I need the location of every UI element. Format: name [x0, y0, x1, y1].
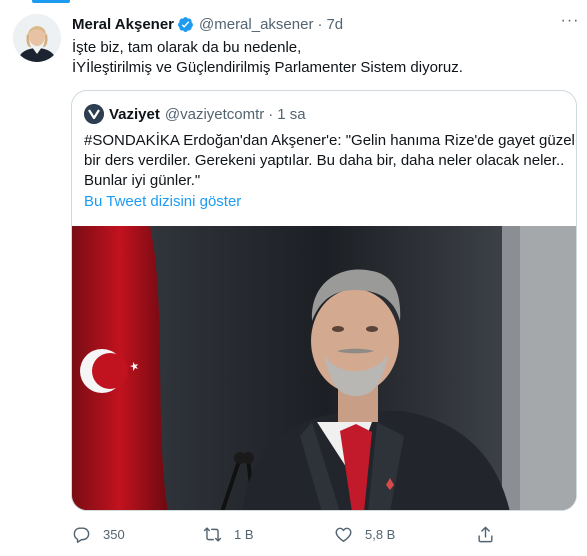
- tab-indicator: [32, 0, 70, 3]
- quoted-timestamp: 1 sa: [277, 105, 306, 123]
- quoted-tweet-photo[interactable]: [72, 226, 576, 510]
- more-icon[interactable]: ···: [559, 13, 581, 29]
- tweet-actions: 350 1 B 5,8 B: [72, 520, 572, 550]
- quoted-author-handle: @vaziyetcomtr: [164, 105, 265, 123]
- quoted-author-name: Vaziyet: [109, 105, 160, 123]
- retweet-count: 1 B: [234, 526, 254, 542]
- share-button[interactable]: [476, 520, 507, 548]
- reply-count: 350: [103, 526, 125, 542]
- separator-dot: ·: [317, 15, 323, 33]
- quoted-text-line: #SONDAKİKA Erdoğan'dan Akşener'e: "Gelin…: [84, 132, 575, 149]
- heart-icon: [335, 527, 352, 542]
- quoted-avatar: [84, 104, 104, 124]
- quoted-tweet-header: Vaziyet @vaziyetcomtr · 1 sa: [84, 103, 306, 125]
- verified-badge-icon: [178, 16, 193, 32]
- tweet-text: İşte biz, tam olarak da bu nedenle, İYİl…: [72, 38, 572, 78]
- reply-button[interactable]: 350: [72, 520, 125, 548]
- quoted-text-line: Bunlar iyi günler.": [84, 172, 201, 189]
- tweet-text-line: İYİleştirilmiş ve Güçlendirilmiş Parlame…: [72, 59, 463, 76]
- show-thread-link[interactable]: Bu Tweet dizisini göster: [84, 193, 241, 210]
- tweet-timestamp[interactable]: 7d: [326, 16, 343, 33]
- separator-dot: ·: [268, 105, 274, 123]
- tweet-text-line: İşte biz, tam olarak da bu nedenle,: [72, 39, 302, 56]
- avatar[interactable]: [13, 14, 61, 62]
- retweet-icon: [203, 526, 222, 542]
- author-handle[interactable]: @meral_aksener: [199, 16, 313, 33]
- quoted-tweet[interactable]: Vaziyet @vaziyetcomtr · 1 sa #SONDAKİKA …: [71, 90, 577, 511]
- like-count: 5,8 B: [365, 526, 396, 542]
- tweet-header: Meral Akşener @meral_aksener · 7d: [72, 14, 547, 34]
- retweet-button[interactable]: 1 B: [203, 520, 254, 548]
- quoted-tweet-text: #SONDAKİKA Erdoğan'dan Akşener'e: "Gelin…: [84, 131, 575, 191]
- quoted-text-line: bir ders verdiler. Gerekeni yaptılar. Bu…: [84, 152, 565, 169]
- author-name[interactable]: Meral Akşener: [72, 16, 174, 33]
- like-button[interactable]: 5,8 B: [334, 520, 395, 548]
- reply-icon: [73, 526, 90, 543]
- share-icon: [478, 526, 493, 542]
